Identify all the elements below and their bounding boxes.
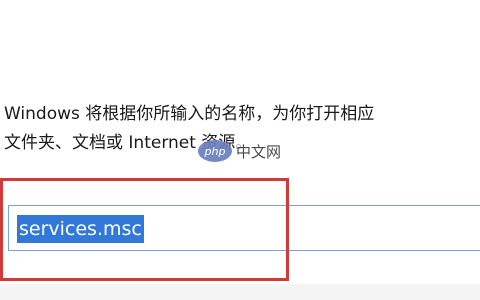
- prompt-line-1: Windows 将根据你所输入的名称，为你打开相应: [4, 104, 375, 124]
- red-highlight-annotation: [0, 178, 289, 281]
- dialog-bottom-strip: [0, 284, 480, 300]
- run-dialog-crop: Windows 将根据你所输入的名称，为你打开相应 文件夹、文档或 Intern…: [0, 0, 480, 300]
- php-logo-icon: php: [198, 140, 232, 162]
- watermark-site-text: 中文网: [236, 140, 282, 162]
- run-dialog-description: Windows 将根据你所输入的名称，为你打开相应 文件夹、文档或 Intern…: [4, 100, 374, 158]
- php-watermark: php 中文网: [198, 140, 282, 162]
- prompt-line-2: 文件夹、文档或 Internet 资源。: [4, 133, 253, 153]
